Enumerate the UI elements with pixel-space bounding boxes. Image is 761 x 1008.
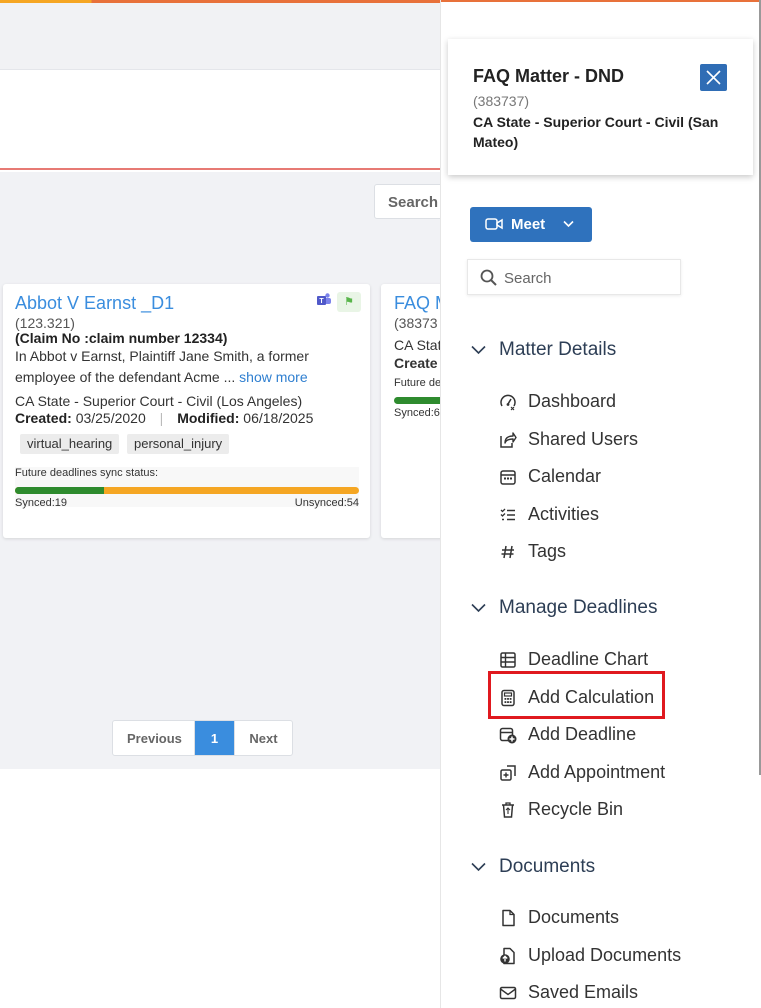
created-label: Created:	[15, 410, 72, 426]
close-icon	[706, 70, 721, 85]
pin-icon[interactable]: ⚑	[337, 292, 361, 312]
section-label: Documents	[499, 856, 596, 877]
panel-search-placeholder: Search	[504, 270, 552, 287]
panel-top-line	[441, 0, 761, 2]
matter-title: FAQ Matter - DND	[473, 66, 625, 86]
card-dates: Created: 03/25/2020 | Modified: 06/18/20…	[15, 410, 313, 426]
date-separator: |	[159, 410, 164, 426]
modified-label: Modified:	[177, 410, 240, 426]
previous-page-button[interactable]: Previous	[113, 721, 195, 755]
matter-number: (383737)	[473, 93, 530, 109]
synced-count: Synced:19	[15, 497, 67, 509]
activities-icon	[500, 508, 515, 521]
table-icon	[500, 652, 516, 668]
svg-text:T: T	[319, 298, 324, 305]
close-panel-button[interactable]	[700, 64, 727, 91]
matter-side-panel: FAQ Matter - DND (383737) CA State - Sup…	[440, 0, 761, 1008]
sync-label: Future de	[394, 377, 442, 389]
sync-progress-bar	[15, 487, 359, 494]
pagination: Previous 1 Next	[112, 720, 293, 756]
meet-label: Meet	[511, 216, 546, 233]
hash-icon	[501, 545, 514, 559]
teams-icon[interactable]: T	[316, 292, 332, 308]
sync-status: Future deadlines sync status: Synced:19 …	[15, 467, 359, 509]
calendar-plus-icon	[499, 727, 517, 744]
upload-icon	[500, 947, 515, 965]
nav-label: Calendar	[528, 466, 602, 486]
matter-court: CA State - Superior Court - Civil (San M…	[473, 114, 719, 150]
tag-chip[interactable]: personal_injury	[127, 434, 230, 454]
nav-label: Add Appointment	[528, 762, 666, 782]
meet-button[interactable]: Meet	[470, 207, 592, 242]
nav-label: Upload Documents	[528, 945, 682, 965]
dashboard-icon	[500, 394, 516, 411]
chevron-down-icon	[471, 603, 486, 613]
nav-label: Tags	[528, 541, 567, 561]
card-court: CA Stat	[394, 337, 442, 353]
nav-label: Documents	[528, 907, 620, 927]
created-date: 03/25/2020	[75, 410, 146, 426]
matter-summary-card: FAQ Matter - DND (383737) CA State - Sup…	[448, 39, 753, 175]
share-icon	[500, 432, 517, 448]
nav-label: Saved Emails	[528, 982, 639, 1002]
show-more-link[interactable]: show more	[239, 369, 307, 385]
sync-progress-fill	[15, 487, 105, 494]
nav-label: Shared Users	[528, 429, 639, 449]
mail-icon	[499, 986, 517, 1000]
next-page-button[interactable]: Next	[234, 721, 292, 755]
created-label: Create	[394, 355, 438, 371]
sync-label: Future deadlines sync status:	[15, 467, 159, 479]
section-label: Matter Details	[499, 339, 617, 360]
nav-label: Deadline Chart	[528, 649, 649, 669]
video-camera-icon	[485, 218, 503, 230]
chevron-down-icon	[471, 862, 486, 872]
card-court: CA State - Superior Court - Civil (Los A…	[15, 393, 303, 409]
nav-label: Recycle Bin	[528, 799, 624, 819]
tag-chip[interactable]: virtual_hearing	[20, 434, 120, 454]
modified-date: 06/18/2025	[243, 410, 314, 426]
appointment-icon	[500, 765, 516, 781]
calendar-icon	[500, 470, 516, 485]
section-label: Manage Deadlines	[499, 597, 658, 618]
chevron-down-icon	[471, 345, 486, 355]
synced-count: Synced:6	[394, 407, 440, 419]
unsynced-count: Unsynced:54	[294, 497, 359, 509]
trash-icon	[502, 802, 514, 818]
chevron-down-icon	[563, 220, 574, 228]
card-matter-number: (123.321)	[15, 315, 75, 331]
matter-card-abbot[interactable]: Abbot V Earnst _D1 T ⚑ (123.321) (Claim …	[3, 284, 370, 538]
nav-label: Activities	[528, 504, 600, 524]
card-title[interactable]: Abbot V Earnst _D1	[15, 293, 174, 314]
search-icon	[480, 269, 497, 286]
panel-search-input[interactable]: Search	[467, 259, 681, 295]
card-matter-number: (38373	[394, 315, 438, 331]
card-claim: (Claim No :claim number 12334)	[15, 330, 228, 346]
page-1-button[interactable]: 1	[195, 721, 234, 755]
nav-label: Dashboard	[528, 391, 617, 411]
card-description: In Abbot v Earnst, Plaintiff Jane Smith,…	[15, 346, 357, 388]
highlight-annotation-box	[488, 671, 665, 719]
nav-label: Add Deadline	[528, 724, 637, 744]
file-icon	[502, 909, 515, 927]
